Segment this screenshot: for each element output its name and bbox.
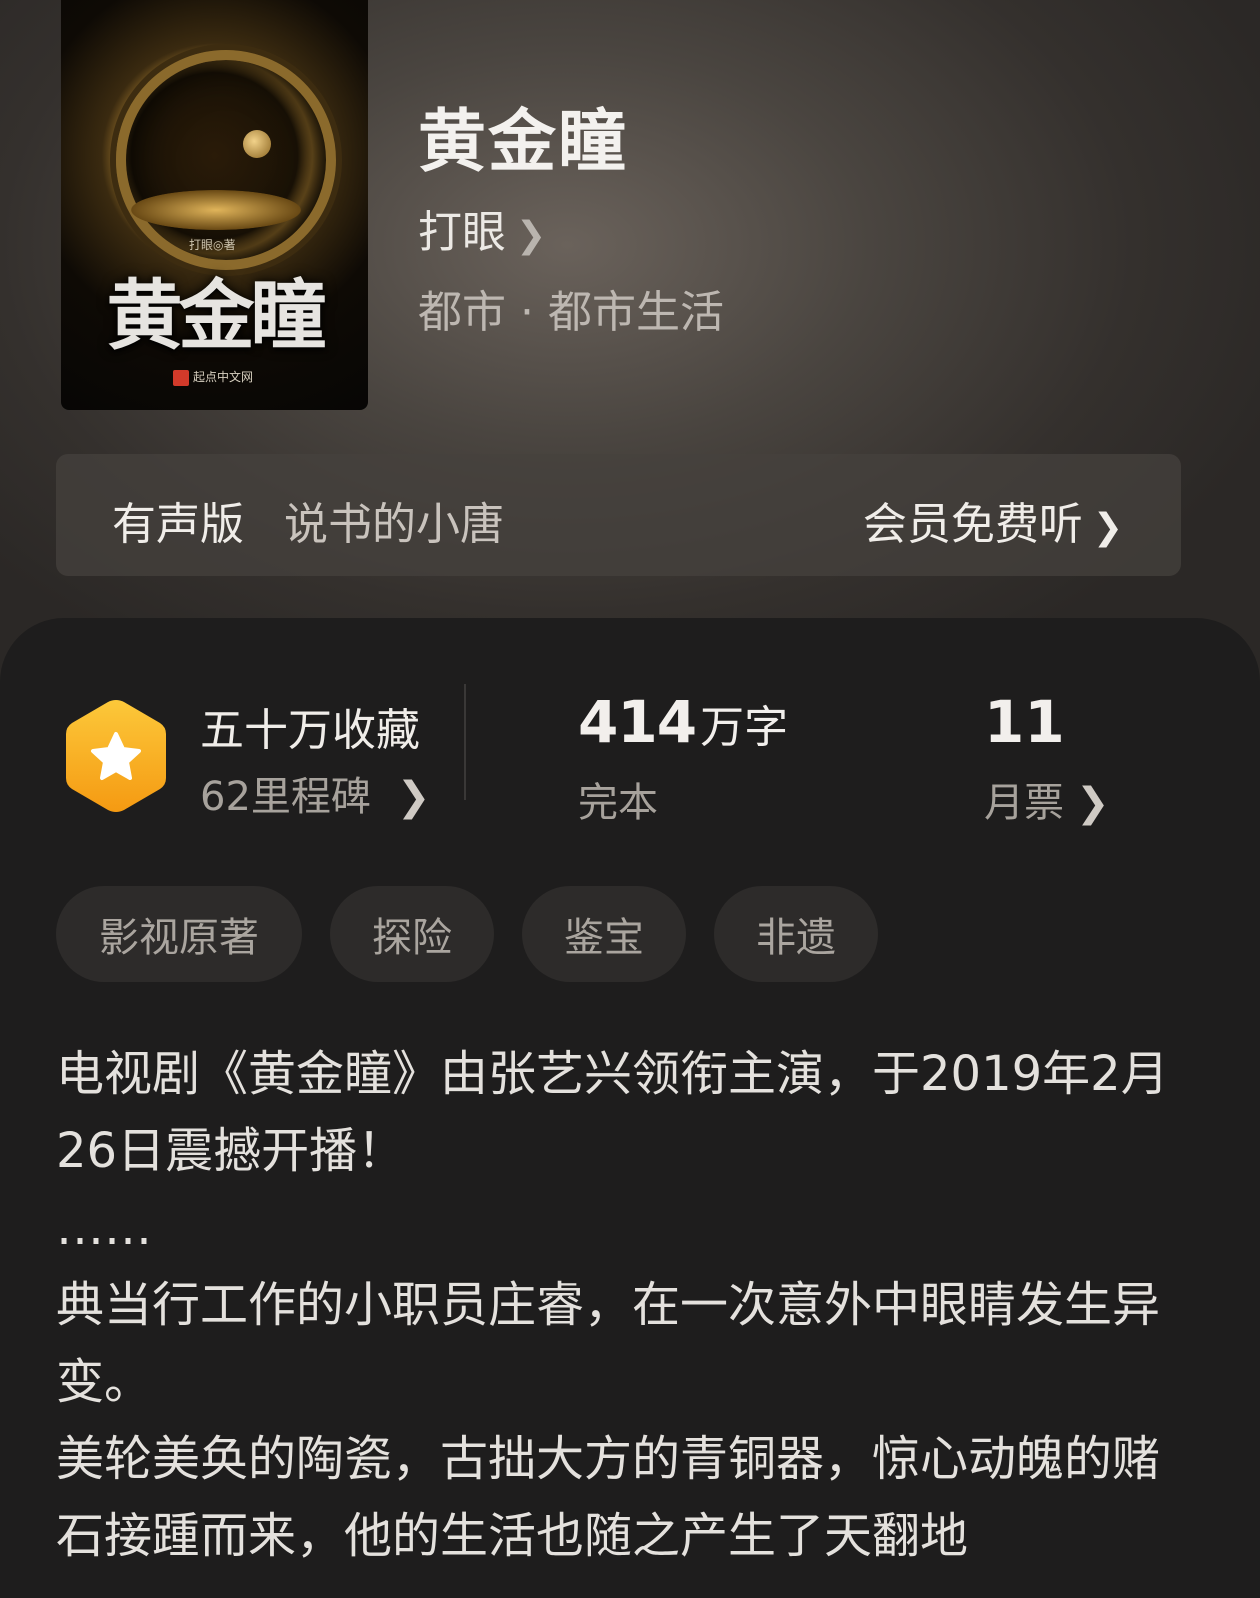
collections-count: 五十万收藏 — [200, 705, 420, 756]
book-title: 黄金瞳 — [418, 102, 629, 182]
tag-chip[interactable]: 非遗 — [714, 886, 878, 982]
vip-listen-button[interactable]: 会员免费听 ❯ — [863, 488, 1123, 552]
tag-chip[interactable]: 鉴宝 — [522, 886, 686, 982]
monthly-votes-count: 11 — [984, 688, 1065, 756]
cover-byline: 打眼◎著 — [189, 238, 236, 252]
cover-moon-art — [243, 130, 271, 158]
milestone-link[interactable]: 62里程碑 ❯ — [200, 764, 430, 822]
tag-chip[interactable]: 探险 — [330, 886, 494, 982]
cover-gold-art — [131, 190, 301, 230]
audio-edition-bar[interactable]: 有声版 说书的小唐 会员免费听 ❯ — [56, 454, 1181, 576]
chevron-right-icon: ❯ — [396, 774, 431, 820]
book-cover[interactable]: 打眼◎著 黄金瞳 起点中文网 — [61, 0, 368, 410]
tag-chip[interactable]: 影视原著 — [56, 886, 302, 982]
audio-label: 有声版 — [112, 499, 244, 550]
cover-title: 黄金瞳 — [106, 271, 327, 360]
author-link[interactable]: 打眼 ❯ — [418, 196, 546, 260]
word-count: 414万字 — [578, 688, 789, 756]
chevron-right-icon: ❯ — [1076, 780, 1110, 826]
stats-divider — [464, 684, 466, 800]
description-paragraph: 美轮美奂的陶瓷，古拙大方的青铜器，惊心动魄的赌石接踵而来，他的生活也随之产生了天… — [56, 1431, 1161, 1564]
book-genre[interactable]: 都市 · 都市生活 — [418, 276, 724, 340]
completion-status: 完本 — [578, 780, 658, 826]
audio-narrator: 说书的小唐 — [284, 499, 504, 550]
description-paragraph: 电视剧《黄金瞳》由张艺兴领衔主演，于2019年2月26日震撼开播！ — [56, 1046, 1169, 1179]
author-name: 打眼 — [418, 207, 506, 258]
chevron-right-icon: ❯ — [1092, 507, 1123, 548]
chevron-right-icon: ❯ — [516, 215, 547, 256]
monthly-votes-link[interactable]: 月票 ❯ — [984, 770, 1110, 828]
description-paragraph: …… — [56, 1200, 152, 1256]
book-description[interactable]: 电视剧《黄金瞳》由张艺兴领衔主演，于2019年2月26日震撼开播！ …… 典当行… — [56, 1036, 1206, 1575]
description-paragraph: 典当行工作的小职员庄睿，在一次意外中眼睛发生异变。 — [56, 1277, 1161, 1410]
publisher-logo-icon — [173, 369, 189, 386]
star-hexagon-icon[interactable] — [62, 696, 170, 816]
cover-publisher: 起点中文网 — [173, 368, 253, 386]
